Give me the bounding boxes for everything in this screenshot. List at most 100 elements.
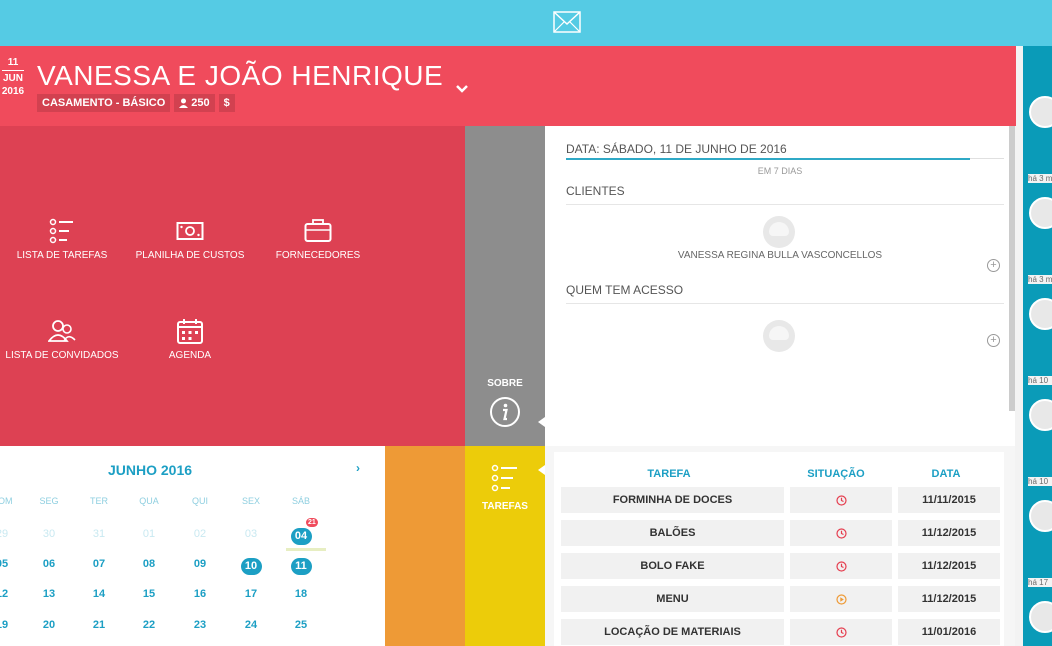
tab-sobre[interactable]: SOBRE <box>465 126 545 446</box>
menu-item-agenda[interactable]: AGENDA <box>125 318 255 361</box>
event-chips: CASAMENTO - BÁSICO 250 $ <box>37 94 235 112</box>
clock-icon <box>835 494 847 506</box>
guests-chip: 250 <box>174 94 215 112</box>
weekday-label: SEX <box>241 496 260 506</box>
calendar-day[interactable]: 09 <box>185 558 215 570</box>
calendar-day-number: 23 <box>193 619 207 631</box>
calendar-day[interactable]: 25 <box>286 619 316 631</box>
event-date: 11 JUN 2016 <box>0 56 26 98</box>
calendar-day[interactable]: 20 <box>34 619 64 631</box>
add-client-icon[interactable]: + <box>987 259 1000 272</box>
calendar-day[interactable]: 14 <box>84 588 114 600</box>
price-chip: $ <box>218 94 235 112</box>
mail-icon[interactable] <box>553 11 581 33</box>
calendar-day[interactable]: 10 <box>236 558 266 575</box>
calendar-day[interactable]: 05 <box>0 558 17 570</box>
calendar-day[interactable]: 03 <box>236 528 266 540</box>
clock-icon <box>835 560 847 572</box>
calendar-day[interactable]: 21 <box>84 619 114 631</box>
activity-avatar[interactable] <box>1029 96 1052 128</box>
calendar-day[interactable]: 08 <box>134 558 164 570</box>
menu-item-suppliers[interactable]: FORNECEDORES <box>253 218 383 261</box>
task-name: BALÕES <box>561 520 784 546</box>
menu-item-cost-sheet[interactable]: PLANILHA DE CUSTOS <box>125 218 255 261</box>
tasks-table: TAREFA SITUAÇÃO DATA FORMINHA DE DOCES 11… <box>554 452 1004 646</box>
calendar-day[interactable]: 30 <box>34 528 64 540</box>
calendar-day[interactable]: 06 <box>34 558 64 570</box>
calendar-day[interactable]: 11 <box>286 558 316 575</box>
calendar-day[interactable]: 07 <box>84 558 114 570</box>
calendar-day[interactable]: 04 21 <box>286 518 318 545</box>
play-icon <box>835 593 847 605</box>
calendar-day[interactable]: 12 <box>0 588 17 600</box>
add-access-icon[interactable]: + <box>987 334 1000 347</box>
menu-item-label: LISTA DE TAREFAS <box>16 250 108 261</box>
checklist-icon <box>49 218 73 244</box>
calendar-day[interactable]: 18 <box>286 588 316 600</box>
calendar-day[interactable]: 23 <box>185 619 215 631</box>
menu-item-task-list[interactable]: LISTA DE TAREFAS <box>0 218 127 261</box>
tab-orange[interactable] <box>385 446 465 646</box>
task-status[interactable] <box>790 520 892 546</box>
tab-tarefas[interactable]: TAREFAS <box>465 446 545 646</box>
calendar-day-number: 03 <box>244 528 258 540</box>
task-name: LOCAÇÃO DE MATERIAIS <box>561 619 784 645</box>
weekday-label: SÁB <box>291 496 310 506</box>
calendar-day-number: 01 <box>142 528 156 540</box>
calendar-day[interactable]: 29 <box>0 528 17 540</box>
weekday-label: QUI <box>191 496 208 506</box>
activity-avatar[interactable] <box>1029 399 1052 431</box>
calendar-day-number: 09 <box>193 558 207 570</box>
calendar-day-number: 04 <box>290 528 312 545</box>
event-type-chip: CASAMENTO - BÁSICO <box>37 94 171 112</box>
calendar-day-number: 20 <box>42 619 56 631</box>
menu-item-label: AGENDA <box>168 350 212 361</box>
calendar-day[interactable]: 16 <box>185 588 215 600</box>
calendar-day[interactable]: 17 <box>236 588 266 600</box>
calendar-day-number: 17 <box>244 588 258 600</box>
countdown-progress <box>566 158 970 160</box>
top-bar <box>0 0 1052 46</box>
calendar-day-number: 06 <box>42 558 56 570</box>
calendar-next-button[interactable]: › <box>356 461 360 475</box>
calendar-day-number: 18 <box>294 588 308 600</box>
event-header: 11 JUN 2016 VANESSA E JOÃO HENRIQUE CASA… <box>0 46 1016 126</box>
weekday-label: QUA <box>139 496 159 506</box>
activity-avatar[interactable] <box>1029 500 1052 532</box>
task-status[interactable] <box>790 553 892 579</box>
about-panel: DATA: SÁBADO, 11 DE JUNHO DE 2016 EM 7 D… <box>545 126 1015 446</box>
guests-count: 250 <box>191 97 210 109</box>
activity-avatar[interactable] <box>1029 601 1052 633</box>
event-count-badge: 21 <box>306 518 318 527</box>
task-status[interactable] <box>790 586 892 612</box>
client-name: VANESSA REGINA BULLA VASCONCELLOS <box>677 250 883 261</box>
calendar-icon <box>177 319 203 344</box>
clock-icon <box>835 626 847 638</box>
calendar-day[interactable]: 22 <box>134 619 164 631</box>
calendar-day[interactable]: 31 <box>84 528 114 540</box>
activity-avatar[interactable] <box>1029 197 1052 229</box>
activity-avatar[interactable] <box>1029 298 1052 330</box>
calendar-day-number: 29 <box>0 528 9 540</box>
calendar-day[interactable]: 01 <box>134 528 164 540</box>
calendar-day-number: 24 <box>244 619 258 631</box>
calendar-day[interactable]: 15 <box>134 588 164 600</box>
calendar-day[interactable]: 13 <box>34 588 64 600</box>
active-tab-pointer <box>538 465 545 475</box>
menu-item-guest-list[interactable]: LISTA DE CONVIDADOS <box>0 318 127 361</box>
event-month: JUN <box>2 73 23 84</box>
activity-time: há 3 m <box>1028 275 1052 284</box>
calendar-day-number: 21 <box>92 619 106 631</box>
calendar-day[interactable]: 02 <box>185 528 215 540</box>
weekday-label: SEG <box>39 496 59 506</box>
activity-time: há 17 <box>1028 578 1052 587</box>
calendar-day[interactable]: 24 <box>236 619 266 631</box>
scrollbar[interactable] <box>1009 126 1015 411</box>
chevron-down-icon[interactable] <box>455 84 469 94</box>
task-status[interactable] <box>790 619 892 645</box>
calendar-day-number: 11 <box>290 558 312 575</box>
weekday-label: TER <box>90 496 108 506</box>
column-header-date: DATA <box>931 468 961 480</box>
calendar-day[interactable]: 19 <box>0 619 17 631</box>
task-status[interactable] <box>790 487 892 513</box>
